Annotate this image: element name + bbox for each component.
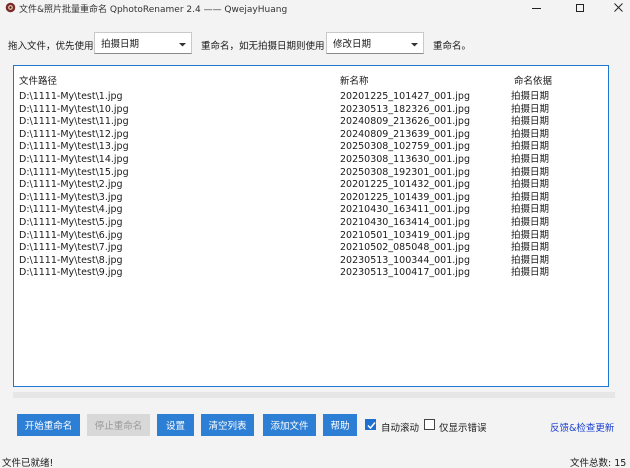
new-name-cell: 20210430_163414_001.jpg: [340, 217, 470, 228]
basis-cell: 拍摄日期: [511, 267, 550, 279]
basis-cell: 拍摄日期: [511, 116, 550, 128]
feedback-update-link[interactable]: 反馈&检查更新: [550, 420, 614, 434]
table-row[interactable]: D:\1111-My\test\15.jpg 20250308_192301_00…: [14, 167, 608, 180]
fallback-label: 重命名，如无拍摄日期则使用: [201, 41, 325, 52]
new-name-cell: 20230513_100344_001.jpg: [340, 254, 470, 266]
primary-date-select[interactable]: 拍摄日期: [94, 32, 192, 54]
basis-cell: 拍摄日期: [511, 242, 550, 254]
title-bar[interactable]: 文件&照片批量重命名 QphotoRenamer 2.4 —— QwejayHu…: [0, 0, 630, 15]
auto-scroll-label[interactable]: 自动滚动: [381, 420, 419, 434]
file-path-cell: D:\1111-My\test\15.jpg: [19, 166, 129, 178]
clear-list-button[interactable]: 清空列表: [201, 414, 254, 436]
basis-cell: 拍摄日期: [511, 217, 550, 228]
stop-rename-button[interactable]: 停止重命名: [87, 414, 150, 436]
new-name-cell: 20210430_163411_001.jpg: [340, 204, 470, 216]
table-row[interactable]: D:\1111-My\test\1.jpg 20201225_101427_001…: [14, 91, 608, 104]
checkmark-icon: [367, 422, 376, 430]
new-name-cell: 20250308_192301_001.jpg: [340, 166, 470, 178]
minimize-button[interactable]: [516, 0, 556, 15]
file-path-cell: D:\1111-My\test\3.jpg: [19, 191, 123, 203]
file-path-cell: D:\1111-My\test\4.jpg: [19, 204, 123, 216]
window-title: 文件&照片批量重命名 QphotoRenamer 2.4 —— QwejayHu…: [19, 5, 288, 15]
table-row[interactable]: D:\1111-My\test\14.jpg 20250308_113630_00…: [14, 154, 608, 167]
chevron-down-icon: [411, 43, 418, 47]
close-icon: [613, 3, 623, 12]
basis-cell: 拍摄日期: [511, 103, 550, 115]
basis-cell: 拍摄日期: [511, 229, 550, 241]
close-button[interactable]: [598, 0, 630, 15]
file-path-cell: D:\1111-My\test\6.jpg: [19, 229, 123, 241]
table-row[interactable]: D:\1111-My\test\13.jpg 20250308_102759_00…: [14, 141, 608, 154]
basis-cell: 拍摄日期: [511, 179, 550, 191]
basis-cell: 拍摄日期: [511, 141, 550, 153]
basis-cell: 拍摄日期: [511, 166, 550, 178]
table-row[interactable]: D:\1111-My\test\12.jpg 20240809_213639_00…: [14, 129, 608, 142]
file-path-cell: D:\1111-My\test\10.jpg: [19, 103, 129, 115]
app-icon: [5, 2, 16, 13]
auto-scroll-checkbox[interactable]: [365, 419, 376, 430]
table-row[interactable]: D:\1111-My\test\7.jpg 20210502_085048_001…: [14, 242, 608, 255]
fallback-date-select[interactable]: 修改日期: [326, 32, 424, 54]
basis-cell: 拍摄日期: [511, 91, 550, 102]
help-button[interactable]: 帮助: [323, 414, 357, 436]
file-path-cell: D:\1111-My\test\9.jpg: [19, 267, 123, 279]
maximize-button[interactable]: [560, 0, 600, 15]
new-name-cell: 20250308_113630_001.jpg: [340, 154, 470, 165]
table-row[interactable]: D:\1111-My\test\9.jpg 20230513_100417_001…: [14, 267, 608, 280]
table-row[interactable]: D:\1111-My\test\4.jpg 20210430_163411_001…: [14, 204, 608, 217]
file-path-cell: D:\1111-My\test\14.jpg: [19, 154, 129, 165]
new-name-cell: 20230513_182326_001.jpg: [340, 103, 470, 115]
errors-only-label[interactable]: 仅显示错误: [439, 420, 487, 434]
file-count: 文件总数: 15: [570, 458, 627, 468]
new-name-cell: 20250308_102759_001.jpg: [340, 141, 470, 153]
file-path-cell: D:\1111-My\test\13.jpg: [19, 141, 129, 153]
drag-label: 拖入文件，优先使用: [8, 41, 94, 52]
table-row[interactable]: D:\1111-My\test\6.jpg 20210501_103419_001…: [14, 230, 608, 243]
file-path-cell: D:\1111-My\test\12.jpg: [19, 128, 129, 140]
column-header-path[interactable]: 文件路径: [19, 73, 57, 87]
settings-button[interactable]: 设置: [157, 414, 194, 436]
new-name-cell: 20201225_101439_001.jpg: [340, 191, 470, 203]
file-path-cell: D:\1111-My\test\11.jpg: [19, 116, 129, 128]
new-name-cell: 20210502_085048_001.jpg: [340, 242, 470, 254]
start-rename-button[interactable]: 开始重命名: [17, 414, 80, 436]
new-name-cell: 20201225_101427_001.jpg: [340, 91, 470, 102]
minimize-icon: [531, 7, 541, 9]
new-name-cell: 20201225_101432_001.jpg: [340, 179, 470, 191]
add-files-button[interactable]: 添加文件: [263, 414, 316, 436]
new-name-cell: 20230513_100417_001.jpg: [340, 267, 470, 279]
fallback-date-value: 修改日期: [333, 39, 372, 50]
file-list[interactable]: 文件路径 新名称 命名依据 D:\1111-My\test\1.jpg 20201…: [13, 65, 609, 387]
new-name-cell: 20210501_103419_001.jpg: [340, 229, 470, 241]
column-header-new-name[interactable]: 新名称: [340, 73, 369, 87]
basis-cell: 拍摄日期: [511, 128, 550, 140]
table-row[interactable]: D:\1111-My\test\8.jpg 20230513_100344_001…: [14, 255, 608, 268]
table-row[interactable]: D:\1111-My\test\11.jpg 20240809_213626_00…: [14, 116, 608, 129]
file-path-cell: D:\1111-My\test\7.jpg: [19, 242, 123, 254]
progress-bar: [13, 392, 615, 398]
primary-date-value: 拍摄日期: [101, 39, 140, 50]
basis-cell: 拍摄日期: [511, 254, 550, 266]
column-header-basis[interactable]: 命名依据: [514, 73, 552, 87]
end-label: 重命名。: [433, 41, 472, 52]
table-row[interactable]: D:\1111-My\test\2.jpg 20201225_101432_001…: [14, 179, 608, 192]
table-row[interactable]: D:\1111-My\test\5.jpg 20210430_163414_001…: [14, 217, 608, 230]
table-row[interactable]: D:\1111-My\test\10.jpg 20230513_182326_00…: [14, 104, 608, 117]
errors-only-checkbox[interactable]: [424, 419, 435, 430]
new-name-cell: 20240809_213639_001.jpg: [340, 128, 470, 140]
basis-cell: 拍摄日期: [511, 204, 550, 216]
basis-cell: 拍摄日期: [511, 191, 550, 203]
file-path-cell: D:\1111-My\test\2.jpg: [19, 179, 123, 191]
status-text: 文件已就绪!: [2, 458, 54, 468]
new-name-cell: 20240809_213626_001.jpg: [340, 116, 470, 128]
file-path-cell: D:\1111-My\test\8.jpg: [19, 254, 123, 266]
table-row[interactable]: D:\1111-My\test\3.jpg 20201225_101439_001…: [14, 192, 608, 205]
basis-cell: 拍摄日期: [511, 154, 550, 165]
file-path-cell: D:\1111-My\test\5.jpg: [19, 217, 123, 228]
maximize-icon: [576, 3, 584, 12]
chevron-down-icon: [179, 43, 186, 47]
file-path-cell: D:\1111-My\test\1.jpg: [19, 91, 123, 102]
